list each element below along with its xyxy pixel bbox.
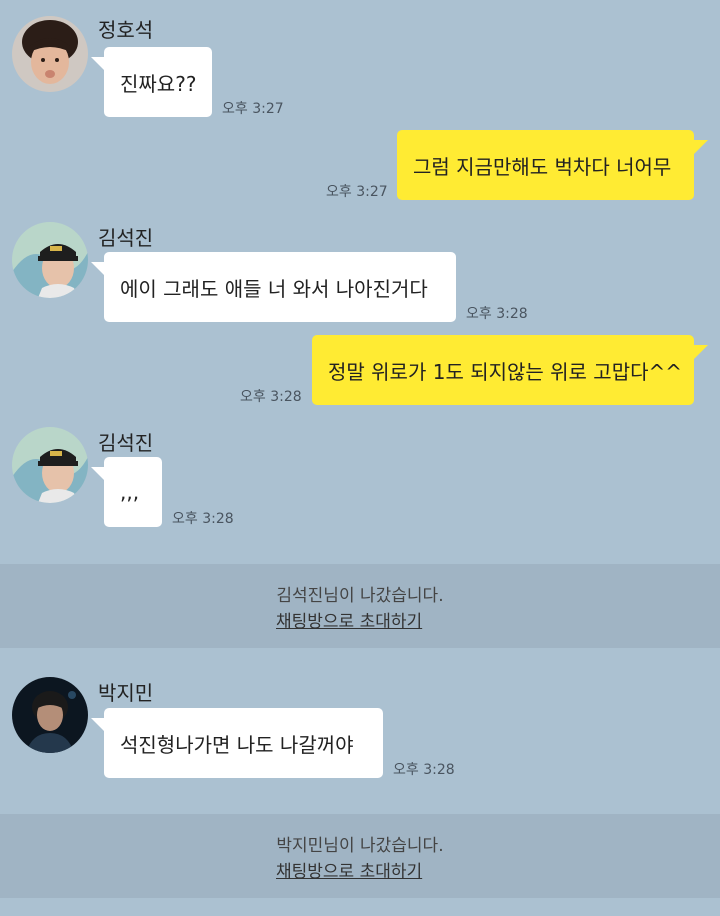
my-message-bubble[interactable]: 그럼 지금만해도 벅차다 너어무	[397, 130, 694, 200]
bubble-tail	[694, 140, 708, 154]
message-time: 오후 3:28	[172, 511, 234, 527]
sender-name: 김석진	[98, 431, 154, 455]
system-notice-band	[0, 564, 720, 648]
avatar-jung-hoseok[interactable]	[12, 16, 88, 92]
sender-name: 김석진	[98, 226, 154, 250]
bubble-tail	[91, 262, 105, 276]
bubble-tail	[91, 467, 105, 481]
leave-notice: 김석진님이 나갔습니다.	[276, 586, 444, 606]
message-bubble[interactable]: 진짜요??	[104, 47, 212, 117]
message-time: 오후 3:27	[222, 101, 284, 117]
message-bubble[interactable]: 석진형나가면 나도 나갈꺼야	[104, 708, 383, 778]
message-time: 오후 3:28	[240, 389, 302, 405]
avatar-kim-seokjin[interactable]	[12, 427, 88, 503]
message-time: 오후 3:27	[326, 184, 388, 200]
message-time: 오후 3:28	[393, 762, 455, 778]
sender-name: 박지민	[98, 681, 154, 705]
message-time: 오후 3:28	[466, 306, 528, 322]
avatar-kim-seokjin[interactable]	[12, 222, 88, 298]
my-message-bubble[interactable]: 정말 위로가 1도 되지않는 위로 고맙다^^	[312, 335, 694, 405]
sender-name: 정호석	[98, 18, 154, 42]
bubble-tail	[91, 57, 105, 71]
bubble-tail	[694, 345, 708, 359]
system-notice-band	[0, 814, 720, 898]
leave-notice: 박지민님이 나갔습니다.	[276, 836, 444, 856]
avatar-park-jimin[interactable]	[12, 677, 88, 753]
invite-link[interactable]: 채팅방으로 초대하기	[276, 857, 422, 882]
invite-link[interactable]: 채팅방으로 초대하기	[276, 607, 422, 632]
message-bubble[interactable]: 에이 그래도 애들 너 와서 나아진거다	[104, 252, 456, 322]
message-bubble[interactable]: ,,,	[104, 457, 162, 527]
bubble-tail	[91, 718, 105, 732]
